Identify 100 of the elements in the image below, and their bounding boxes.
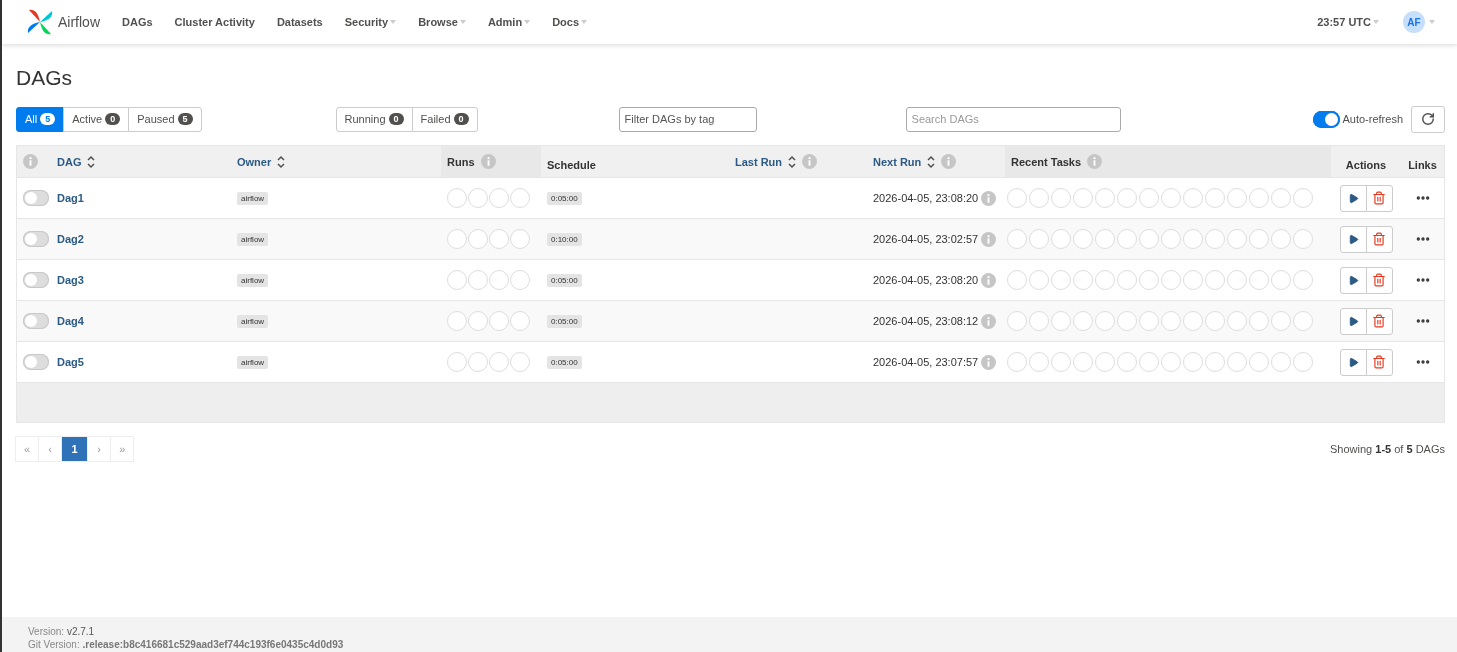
- run-status-circle: [489, 188, 509, 208]
- schedule-tag: 0:05:00: [547, 314, 582, 328]
- pinwheel-logo-icon: [26, 8, 54, 36]
- task-status-circle: [1117, 229, 1137, 249]
- trigger-dag-button[interactable]: [1339, 348, 1367, 376]
- pause-toggle[interactable]: [23, 313, 49, 329]
- search-field[interactable]: Search DAGs: [905, 106, 1121, 132]
- time-menu[interactable]: 23:57 UTC: [1317, 16, 1379, 28]
- delete-dag-button[interactable]: [1365, 307, 1393, 335]
- delete-dag-button[interactable]: [1365, 266, 1393, 294]
- refresh-button[interactable]: [1411, 105, 1445, 133]
- nav-menu-item[interactable]: Security: [344, 16, 397, 28]
- state-filter-button[interactable]: Running 0: [335, 106, 413, 132]
- version-text: Version: v2.7.1: [28, 625, 96, 638]
- dag-link[interactable]: Dag5: [57, 356, 84, 368]
- trigger-dag-button[interactable]: [1339, 307, 1367, 335]
- column-header[interactable]: Next Run: [873, 155, 922, 168]
- task-status-circle: [1205, 352, 1225, 372]
- column-header[interactable]: Owner: [237, 155, 272, 168]
- task-status-circle: [1007, 311, 1027, 331]
- task-status-circle: [1183, 229, 1203, 249]
- trigger-dag-button[interactable]: [1339, 266, 1367, 294]
- task-status-circle: [1271, 229, 1291, 249]
- owner-tag[interactable]: airflow: [237, 273, 269, 287]
- task-status-circle: [1139, 270, 1159, 290]
- run-status-circle: [510, 270, 530, 290]
- trigger-dag-button[interactable]: [1339, 225, 1367, 253]
- task-status-circle: [1029, 270, 1049, 290]
- trash-icon: [1372, 314, 1386, 328]
- nav-menu-item[interactable]: Cluster Activity: [174, 16, 255, 28]
- pause-toggle[interactable]: [23, 354, 49, 370]
- task-status-circle: [1293, 270, 1313, 290]
- next-run-date: 2026-04-05, 23:08:20: [873, 192, 979, 204]
- owner-tag[interactable]: airflow: [237, 191, 269, 205]
- schedule-tag: 0:10:00: [547, 232, 582, 246]
- owner-tag[interactable]: airflow: [237, 355, 269, 369]
- dag-link[interactable]: Dag1: [57, 192, 84, 204]
- pause-toggle[interactable]: [23, 190, 49, 206]
- nav-menu-item[interactable]: DAGs: [122, 16, 153, 28]
- trash-icon: [1372, 273, 1386, 287]
- caret-icon: [1429, 20, 1435, 24]
- schedule-tag: 0:05:00: [547, 273, 582, 287]
- run-status-circle: [510, 352, 530, 372]
- page-title: DAGs: [16, 66, 73, 90]
- task-status-circle: [1227, 270, 1247, 290]
- task-status-circle: [1051, 188, 1071, 208]
- task-status-circle: [1183, 311, 1203, 331]
- sort-icon[interactable]: [927, 154, 936, 169]
- task-status-circle: [1205, 311, 1225, 331]
- status-filter-button[interactable]: Paused 5: [128, 106, 202, 132]
- status-filter-button[interactable]: All 5: [16, 106, 65, 132]
- delete-dag-button[interactable]: [1365, 184, 1393, 212]
- column-header[interactable]: Last Run: [735, 155, 783, 168]
- owner-tag[interactable]: airflow: [237, 314, 269, 328]
- airflow-logo[interactable]: Airflow: [26, 8, 100, 36]
- dag-link[interactable]: Dag2: [57, 233, 84, 245]
- owner-tag[interactable]: airflow: [237, 232, 269, 246]
- task-status-circle: [1249, 270, 1269, 290]
- task-status-circle: [1029, 229, 1049, 249]
- page-button[interactable]: 1: [61, 436, 89, 462]
- task-status-circle: [1293, 188, 1313, 208]
- sort-icon[interactable]: [277, 154, 286, 169]
- caret-icon: [459, 20, 466, 24]
- column-header: Schedule: [547, 158, 596, 171]
- task-status-circle: [1051, 352, 1071, 372]
- trigger-dag-button[interactable]: [1339, 184, 1367, 212]
- auto-refresh-label: Auto-refresh: [1342, 113, 1403, 125]
- nav-menu-item[interactable]: Datasets: [276, 16, 323, 28]
- dag-link[interactable]: Dag3: [57, 274, 84, 286]
- pause-toggle[interactable]: [23, 231, 49, 247]
- sort-icon[interactable]: [87, 154, 96, 169]
- task-status-circle: [1227, 352, 1247, 372]
- state-filter-button[interactable]: Failed 0: [411, 106, 478, 132]
- task-status-circle: [1183, 352, 1203, 372]
- task-status-circle: [1007, 188, 1027, 208]
- task-status-circle: [1271, 352, 1291, 372]
- pause-toggle[interactable]: [23, 272, 49, 288]
- task-status-circle: [1051, 270, 1071, 290]
- nav-menu-item[interactable]: Docs: [552, 16, 588, 28]
- task-status-circle: [1249, 311, 1269, 331]
- delete-dag-button[interactable]: [1365, 348, 1393, 376]
- sort-icon[interactable]: [788, 154, 797, 169]
- run-status-circle: [510, 311, 530, 331]
- status-filter-button[interactable]: Active 0: [63, 106, 130, 132]
- delete-dag-button[interactable]: [1365, 225, 1393, 253]
- tag-filter-field[interactable]: Filter DAGs by tag: [618, 106, 757, 132]
- dag-link[interactable]: Dag4: [57, 315, 84, 327]
- task-status-circle: [1227, 188, 1247, 208]
- task-status-circle: [1095, 270, 1115, 290]
- task-status-circle: [1227, 311, 1247, 331]
- nav-menu-item[interactable]: Browse: [418, 16, 466, 28]
- task-status-circle: [1161, 352, 1181, 372]
- nav-menu-item[interactable]: Admin: [487, 16, 531, 28]
- run-status-circle: [447, 311, 467, 331]
- task-status-circle: [1095, 352, 1115, 372]
- next-run-date: 2026-04-05, 23:08:12: [873, 315, 979, 327]
- task-status-circle: [1095, 188, 1115, 208]
- task-status-circle: [1271, 311, 1291, 331]
- column-header[interactable]: DAG: [57, 155, 82, 168]
- task-status-circle: [1051, 311, 1071, 331]
